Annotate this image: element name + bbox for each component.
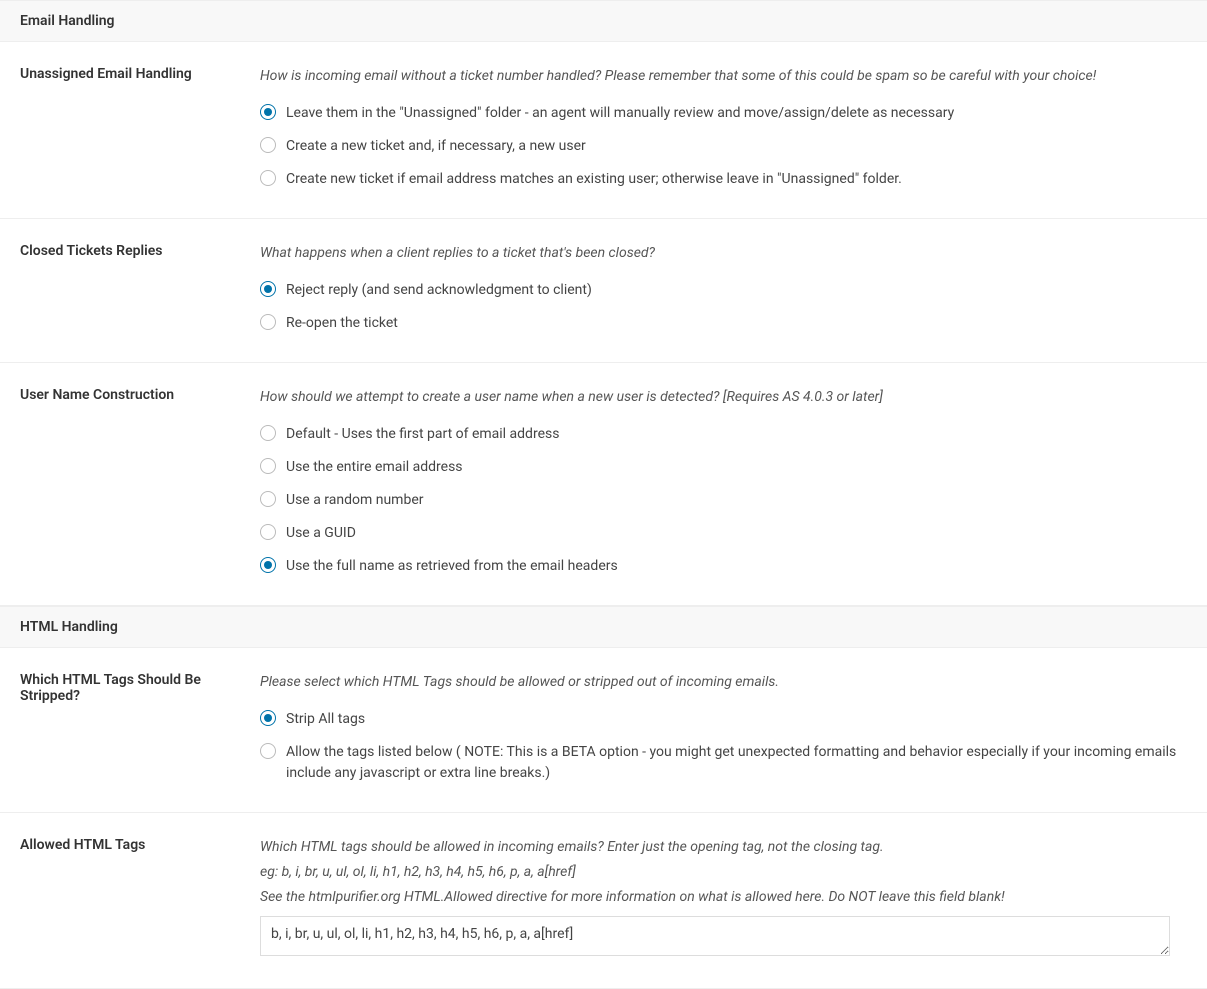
label-closed-tickets-replies: Closed Tickets Replies bbox=[20, 243, 260, 334]
radio-icon bbox=[260, 458, 276, 474]
content-username-construction: How should we attempt to create a user n… bbox=[260, 387, 1187, 577]
section-header-email-handling: Email Handling bbox=[0, 0, 1207, 42]
label-username-construction: User Name Construction bbox=[20, 387, 260, 577]
radio-label: Create new ticket if email address match… bbox=[286, 169, 902, 190]
radio-username-default[interactable]: Default - Uses the first part of email a… bbox=[260, 424, 1187, 445]
content-html-strip: Please select which HTML Tags should be … bbox=[260, 672, 1187, 784]
radio-closed-reject[interactable]: Reject reply (and send acknowledgment to… bbox=[260, 280, 1187, 301]
label-allowed-html-tags: Allowed HTML Tags bbox=[20, 837, 260, 960]
row-html-strip: Which HTML Tags Should Be Stripped? Plea… bbox=[0, 648, 1207, 813]
radio-label: Allow the tags listed below ( NOTE: This… bbox=[286, 742, 1187, 784]
radio-strip-all[interactable]: Strip All tags bbox=[260, 709, 1187, 730]
radio-unassigned-leave[interactable]: Leave them in the "Unassigned" folder - … bbox=[260, 103, 1187, 124]
radio-label: Use the entire email address bbox=[286, 457, 463, 478]
radio-icon bbox=[260, 557, 276, 573]
radio-unassigned-match-existing[interactable]: Create new ticket if email address match… bbox=[260, 169, 1187, 190]
radio-username-guid[interactable]: Use a GUID bbox=[260, 523, 1187, 544]
help-html-strip: Please select which HTML Tags should be … bbox=[260, 672, 1187, 693]
radio-icon bbox=[260, 710, 276, 726]
radio-label: Re-open the ticket bbox=[286, 313, 398, 334]
help-unassigned-email-handling: How is incoming email without a ticket n… bbox=[260, 66, 1187, 87]
label-unassigned-email-handling: Unassigned Email Handling bbox=[20, 66, 260, 190]
row-username-construction: User Name Construction How should we att… bbox=[0, 363, 1207, 606]
radio-label: Leave them in the "Unassigned" folder - … bbox=[286, 103, 954, 124]
radio-closed-reopen[interactable]: Re-open the ticket bbox=[260, 313, 1187, 334]
help-username-construction: How should we attempt to create a user n… bbox=[260, 387, 1187, 408]
radio-icon bbox=[260, 170, 276, 186]
radio-username-fullname[interactable]: Use the full name as retrieved from the … bbox=[260, 556, 1187, 577]
help-closed-tickets-replies: What happens when a client replies to a … bbox=[260, 243, 1187, 264]
radio-username-random[interactable]: Use a random number bbox=[260, 490, 1187, 511]
label-html-strip: Which HTML Tags Should Be Stripped? bbox=[20, 672, 260, 784]
help-allowed-html-3: See the htmlpurifier.org HTML.Allowed di… bbox=[260, 887, 1187, 908]
radio-label: Strip All tags bbox=[286, 709, 365, 730]
radio-strip-allow[interactable]: Allow the tags listed below ( NOTE: This… bbox=[260, 742, 1187, 784]
input-allowed-html-tags[interactable] bbox=[260, 916, 1170, 956]
radio-icon bbox=[260, 281, 276, 297]
content-closed-tickets-replies: What happens when a client replies to a … bbox=[260, 243, 1187, 334]
radio-icon bbox=[260, 491, 276, 507]
row-allowed-html-tags: Allowed HTML Tags Which HTML tags should… bbox=[0, 813, 1207, 989]
radio-label: Reject reply (and send acknowledgment to… bbox=[286, 280, 592, 301]
radio-icon bbox=[260, 137, 276, 153]
radio-label: Default - Uses the first part of email a… bbox=[286, 424, 559, 445]
radio-label: Create a new ticket and, if necessary, a… bbox=[286, 136, 586, 157]
radio-icon bbox=[260, 314, 276, 330]
radio-label: Use a random number bbox=[286, 490, 424, 511]
radio-unassigned-create-ticket[interactable]: Create a new ticket and, if necessary, a… bbox=[260, 136, 1187, 157]
section-header-html-handling: HTML Handling bbox=[0, 606, 1207, 648]
radio-icon bbox=[260, 104, 276, 120]
radio-label: Use the full name as retrieved from the … bbox=[286, 556, 618, 577]
help-allowed-html-1: Which HTML tags should be allowed in inc… bbox=[260, 837, 1187, 858]
radio-username-entire-email[interactable]: Use the entire email address bbox=[260, 457, 1187, 478]
radio-icon bbox=[260, 524, 276, 540]
radio-icon bbox=[260, 425, 276, 441]
radio-icon bbox=[260, 743, 276, 759]
content-allowed-html-tags: Which HTML tags should be allowed in inc… bbox=[260, 837, 1187, 960]
content-unassigned-email-handling: How is incoming email without a ticket n… bbox=[260, 66, 1187, 190]
radio-label: Use a GUID bbox=[286, 523, 356, 544]
row-closed-tickets-replies: Closed Tickets Replies What happens when… bbox=[0, 219, 1207, 363]
row-unassigned-email-handling: Unassigned Email Handling How is incomin… bbox=[0, 42, 1207, 219]
